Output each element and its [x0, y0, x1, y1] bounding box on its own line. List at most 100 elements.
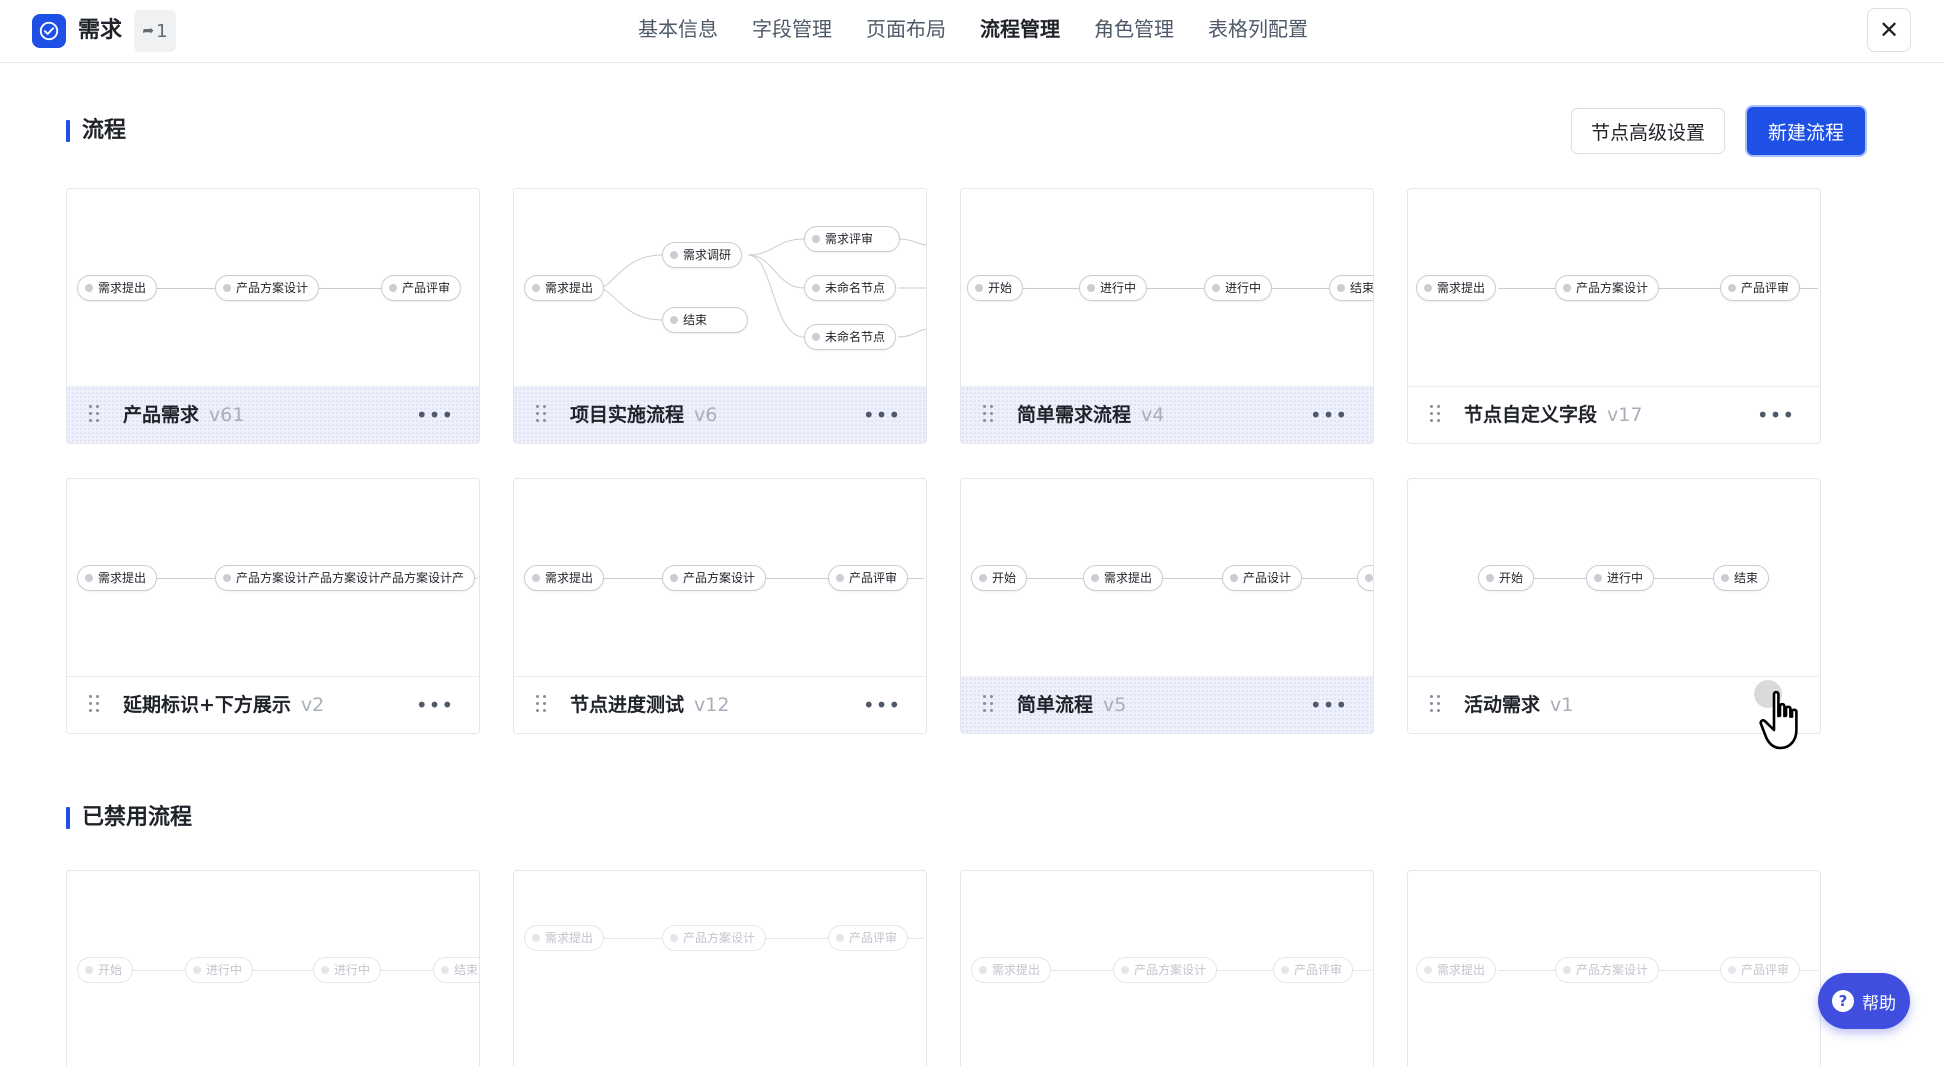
flow-card[interactable]: 开始 进行中 进行中 结束 简单需求流程 v4 ••• [960, 188, 1374, 444]
flow-node: 进行中 [1586, 565, 1655, 591]
flow-node: 需求提出 [77, 565, 158, 591]
tab-field-management[interactable]: 字段管理 [752, 0, 832, 63]
help-icon: ? [1832, 990, 1854, 1012]
flow-name-text: 简单需求流程 [1017, 404, 1132, 426]
flow-node: 需求提出 [1083, 565, 1164, 591]
flow-card[interactable]: 开始 需求提出 产品设计 简单流程 v5 ••• [960, 478, 1374, 734]
drag-handle-icon[interactable] [89, 695, 101, 715]
flow-card[interactable]: 需求提出 产品方案设计 产品评审 产品需求 v61 ••• [66, 188, 480, 444]
card-footer: 产品需求 v61 ••• [67, 386, 479, 443]
flow-node: 产品方案设计 [1113, 957, 1218, 983]
flow-name: 简单需求流程 v4 [1017, 401, 1164, 429]
flow-node: 需求提出 [524, 565, 605, 591]
top-bar: 需求 ➦ 1 基本信息 字段管理 页面布局 流程管理 角色管理 表格列配置 ✕ [0, 0, 1944, 63]
flow-version: v4 [1141, 404, 1165, 426]
flow-version: v61 [209, 404, 245, 426]
flow-card[interactable]: 需求提出 产品方案设计产品方案设计产品方案设计产 延期标识+下方展示 v2 ••• [66, 478, 480, 734]
disabled-flow-card[interactable]: 需求提出 产品方案设计 产品评审 [1407, 870, 1821, 1066]
flow-node: 进行中 [1204, 275, 1273, 301]
flow-node: 未命名节点 [804, 275, 897, 301]
flow-node: 需求提出 [971, 957, 1052, 983]
flow-name-text: 节点自定义字段 [1464, 404, 1598, 426]
more-options-icon[interactable]: ••• [416, 691, 453, 719]
help-label: 帮助 [1862, 993, 1896, 1014]
new-flow-button[interactable]: 新建流程 [1747, 107, 1865, 155]
flow-name-text: 产品需求 [123, 404, 200, 426]
flow-name: 产品需求 v61 [123, 401, 244, 429]
flow-card[interactable]: 需求提出 产品方案设计 产品评审 节点自定义字段 v17 ••• [1407, 188, 1821, 444]
flow-node: 结束 [662, 307, 748, 333]
flow-node: 需求调研 [662, 242, 743, 268]
app-title: 需求 [78, 18, 123, 43]
card-footer: 简单流程 v5 ••• [961, 676, 1373, 733]
flow-name: 活动需求 v1 [1464, 691, 1573, 719]
flow-node: 产品评审 [1720, 957, 1801, 983]
drag-handle-icon[interactable] [983, 405, 995, 425]
share-count: 1 [156, 20, 168, 42]
tab-role-management[interactable]: 角色管理 [1094, 0, 1174, 63]
tab-flow-management[interactable]: 流程管理 [980, 0, 1060, 63]
flow-card[interactable]: 需求提出 产品方案设计 产品评审 节点进度测试 v12 ••• [513, 478, 927, 734]
flow-edge [127, 970, 479, 971]
flow-preview: 开始 进行中 结束 [1408, 479, 1820, 676]
flow-node: 需求评审 [804, 226, 900, 252]
more-options-icon[interactable]: ••• [1310, 401, 1347, 429]
flow-name: 延期标识+下方展示 v2 [123, 691, 324, 719]
flow-node: 产品方案设计 [662, 565, 767, 591]
flow-card[interactable]: 需求提出 需求调研 结束 需求评审 未命名节点 未命名节点 项目实施流程 v6 •… [513, 188, 927, 444]
more-options-icon[interactable]: ••• [1310, 691, 1347, 719]
flow-name: 简单流程 v5 [1017, 691, 1126, 719]
section-title-disabled-flows: 已禁用流程 [66, 803, 192, 833]
share-count-badge[interactable]: ➦ 1 [134, 10, 176, 52]
flow-name: 节点进度测试 v12 [570, 691, 729, 719]
flow-name-text: 节点进度测试 [570, 694, 685, 716]
flow-version: v12 [694, 694, 730, 716]
tab-basic-info[interactable]: 基本信息 [638, 0, 718, 63]
drag-handle-icon[interactable] [1430, 405, 1442, 425]
close-button[interactable]: ✕ [1867, 8, 1911, 52]
flow-node: 产品方案设计 [1555, 275, 1660, 301]
card-footer: 简单需求流程 v4 ••• [961, 386, 1373, 443]
drag-handle-icon[interactable] [983, 695, 995, 715]
flow-node: 进行中 [1079, 275, 1148, 301]
flow-preview: 需求提出 产品方案设计 产品评审 [1408, 189, 1820, 386]
flow-preview: 需求提出 产品方案设计 产品评审 [514, 871, 926, 1066]
flow-node: 产品评审 [1273, 957, 1354, 983]
flow-node [1357, 565, 1373, 591]
drag-handle-icon[interactable] [536, 695, 548, 715]
flow-preview: 需求提出 产品方案设计产品方案设计产品方案设计产 [67, 479, 479, 676]
card-footer: 节点进度测试 v12 ••• [514, 676, 926, 733]
more-options-icon[interactable]: ••• [416, 401, 453, 429]
drag-handle-icon[interactable] [89, 405, 101, 425]
help-button[interactable]: ? 帮助 [1818, 973, 1910, 1029]
flow-version: v2 [300, 694, 325, 716]
app-check-icon [32, 14, 66, 48]
more-options-icon[interactable]: ••• [1757, 401, 1794, 429]
flow-node: 产品评审 [828, 925, 909, 951]
flow-version: v1 [1550, 694, 1574, 716]
flow-preview: 开始 需求提出 产品设计 [961, 479, 1373, 676]
flow-preview: 需求提出 产品方案设计 产品评审 [1408, 871, 1820, 1066]
flow-node: 需求提出 [1416, 275, 1497, 301]
more-options-icon[interactable]: ••• [863, 401, 900, 429]
flow-version: v5 [1103, 694, 1127, 716]
flow-name-text: 延期标识+下方展示 [123, 694, 291, 716]
flow-node: 进行中 [185, 957, 254, 983]
disabled-flow-card[interactable]: 需求提出 产品方案设计 产品评审 [960, 870, 1374, 1066]
more-options-icon[interactable]: ••• [863, 691, 900, 719]
flow-name: 节点自定义字段 v17 [1464, 401, 1642, 429]
flow-preview: 需求提出 需求调研 结束 需求评审 未命名节点 未命名节点 [514, 189, 926, 386]
flow-node: 结束 [1329, 275, 1373, 301]
flow-name-text: 项目实施流程 [570, 404, 685, 426]
flow-node: 产品方案设计产品方案设计产品方案设计产 [215, 565, 476, 591]
flow-node: 产品评审 [381, 275, 462, 301]
disabled-flow-card[interactable]: 需求提出 产品方案设计 产品评审 [513, 870, 927, 1066]
flow-preview: 需求提出 产品方案设计 产品评审 [514, 479, 926, 676]
flow-edge [1021, 578, 1373, 579]
tab-table-column-config[interactable]: 表格列配置 [1208, 0, 1308, 63]
disabled-flow-card[interactable]: 开始 进行中 进行中 结束 [66, 870, 480, 1066]
drag-handle-icon[interactable] [1430, 695, 1442, 715]
tab-page-layout[interactable]: 页面布局 [866, 0, 946, 63]
drag-handle-icon[interactable] [536, 405, 548, 425]
node-advanced-settings-button[interactable]: 节点高级设置 [1571, 108, 1725, 154]
